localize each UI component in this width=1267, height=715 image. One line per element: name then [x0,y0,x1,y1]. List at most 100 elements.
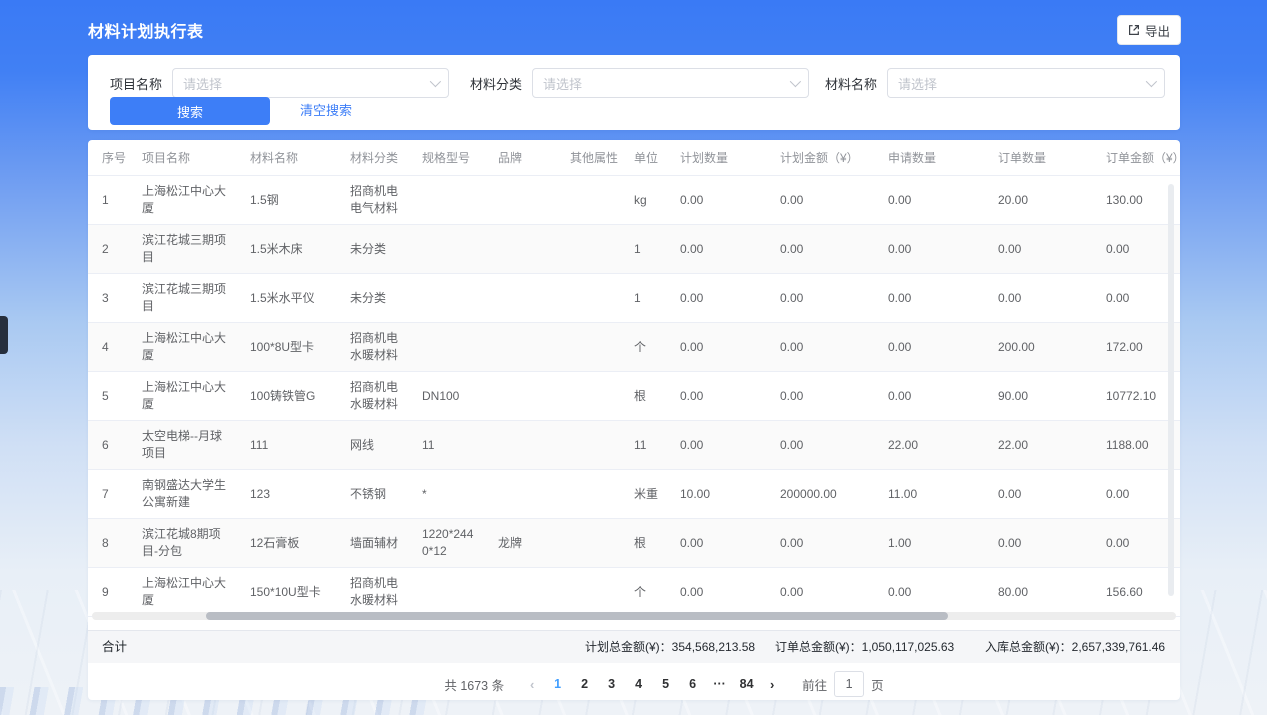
table-cell-name: 123 [240,470,340,518]
table-cell-other [560,470,624,518]
cell-apply_qty: 1.00 [888,535,911,552]
table-cell-plan_amt: 0.00 [770,176,878,224]
pager-page-84[interactable]: 84 [733,671,760,697]
cell-project: 滨江花城三期项目 [142,232,230,266]
pager-more-icon[interactable]: ··· [706,671,733,697]
table-cell-other [560,568,624,616]
table-cell-plan_amt: 0.00 [770,421,878,469]
pager-page-1[interactable]: 1 [544,671,571,697]
category-select[interactable]: 请选择 [532,68,809,98]
cell-order_qty: 0.00 [998,535,1021,552]
table-cell-name: 150*10U型卡 [240,568,340,616]
table-cell-apply_qty: 0.00 [878,323,988,371]
cell-apply_qty: 22.00 [888,437,918,454]
pager-page-2[interactable]: 2 [571,671,598,697]
horizontal-scrollbar-thumb[interactable] [206,612,948,620]
pager-page-3[interactable]: 3 [598,671,625,697]
filter-project: 项目名称 请选择 [110,68,449,98]
pager-page-5[interactable]: 5 [652,671,679,697]
cell-category: 招商机电水暖材料 [350,575,402,609]
inbound-total-amount: 入库总金额(¥)：2,657,339,761.46 [985,631,1165,664]
chevron-down-icon [430,76,441,87]
cell-name: 1.5米水平仪 [250,290,315,307]
cell-project: 滨江花城三期项目 [142,281,230,315]
project-select[interactable]: 请选择 [172,68,449,98]
table-row: 9上海松江中心大厦150*10U型卡招商机电水暖材料个0.000.000.008… [88,568,1180,617]
table-cell-project: 滨江花城三期项目 [132,274,240,322]
pager-pages: 123456···84 [544,671,760,697]
table-cell-idx: 6 [88,421,132,469]
table-cell-apply_qty: 0.00 [878,372,988,420]
column-header-apply_qty: 申请数量 [878,149,988,166]
pager-page-6[interactable]: 6 [679,671,706,697]
table-cell-apply_qty: 11.00 [878,470,988,518]
clear-search-link[interactable]: 清空搜索 [300,97,352,125]
project-select-placeholder: 请选择 [183,74,222,93]
cell-order_qty: 0.00 [998,486,1021,503]
column-header-idx: 序号 [88,149,132,166]
cell-unit: 个 [634,584,646,601]
category-select-placeholder: 请选择 [543,74,582,93]
column-header-name: 材料名称 [240,149,340,166]
table-cell-other [560,519,624,567]
table-cell-other [560,372,624,420]
cell-order_qty: 80.00 [998,584,1028,601]
goto-page-input[interactable] [834,671,864,697]
table-cell-plan_qty: 0.00 [670,176,770,224]
table-cell-brand [488,470,560,518]
column-header-category: 材料分类 [340,149,412,166]
cell-name: 111 [250,437,268,454]
table-cell-category: 招商机电电气材料 [340,176,412,224]
cell-project: 上海松江中心大厦 [142,330,230,364]
chevron-left-icon[interactable]: ‹ [520,677,544,692]
material-select[interactable]: 请选择 [887,68,1165,98]
table-cell-unit: 1 [624,274,670,322]
search-button[interactable]: 搜索 [110,97,270,125]
table-cell-unit: 米重 [624,470,670,518]
cell-idx: 1 [102,192,109,209]
table-cell-category: 网线 [340,421,412,469]
cell-order_amt: 130.00 [1106,192,1143,209]
cell-plan_amt: 0.00 [780,192,803,209]
table-row: 7南钢盛达大学生公寓新建123不锈钢*米重10.00200000.0011.00… [88,470,1180,519]
vertical-scrollbar[interactable] [1168,184,1174,596]
material-filter-label: 材料名称 [825,74,877,93]
filter-category: 材料分类 请选择 [470,68,809,98]
table-cell-plan_amt: 0.00 [770,274,878,322]
cell-plan_amt: 0.00 [780,290,803,307]
table-cell-plan_amt: 0.00 [770,519,878,567]
table-cell-name: 12石膏板 [240,519,340,567]
page-unit-label: 页 [871,675,884,694]
category-filter-label: 材料分类 [470,74,522,93]
goto-label: 前往 [802,675,827,694]
table-cell-order_qty: 22.00 [988,421,1096,469]
horizontal-scrollbar-track[interactable] [92,612,1176,620]
table-cell-order_qty: 0.00 [988,274,1096,322]
chevron-right-icon[interactable]: › [760,677,784,692]
table-cell-category: 墙面辅材 [340,519,412,567]
cell-name: 1.5米木床 [250,241,303,258]
cell-project: 太空电梯--月球项目 [142,428,230,462]
export-button[interactable]: 导出 [1117,15,1181,45]
cell-idx: 3 [102,290,109,307]
cell-plan_qty: 0.00 [680,584,703,601]
pager-page-4[interactable]: 4 [625,671,652,697]
table-cell-apply_qty: 0.00 [878,274,988,322]
table-cell-idx: 1 [88,176,132,224]
cell-category: 招商机电电气材料 [350,183,402,217]
inbound-total-label: 入库总金额(¥)： [985,640,1072,654]
table-cell-order_qty: 80.00 [988,568,1096,616]
cell-apply_qty: 0.00 [888,388,911,405]
side-drawer-handle[interactable] [0,316,8,354]
column-header-brand: 品牌 [488,149,560,166]
table-cell-category: 招商机电水暖材料 [340,568,412,616]
table-cell-project: 上海松江中心大厦 [132,372,240,420]
table-cell-category: 招商机电水暖材料 [340,323,412,371]
table-cell-plan_qty: 10.00 [670,470,770,518]
table-cell-spec [412,176,488,224]
table-cell-plan_amt: 0.00 [770,323,878,371]
table-cell-idx: 3 [88,274,132,322]
cell-order_qty: 200.00 [998,339,1035,356]
pagination-total: 共 1673 条 [444,675,504,694]
column-header-unit: 单位 [624,149,670,166]
